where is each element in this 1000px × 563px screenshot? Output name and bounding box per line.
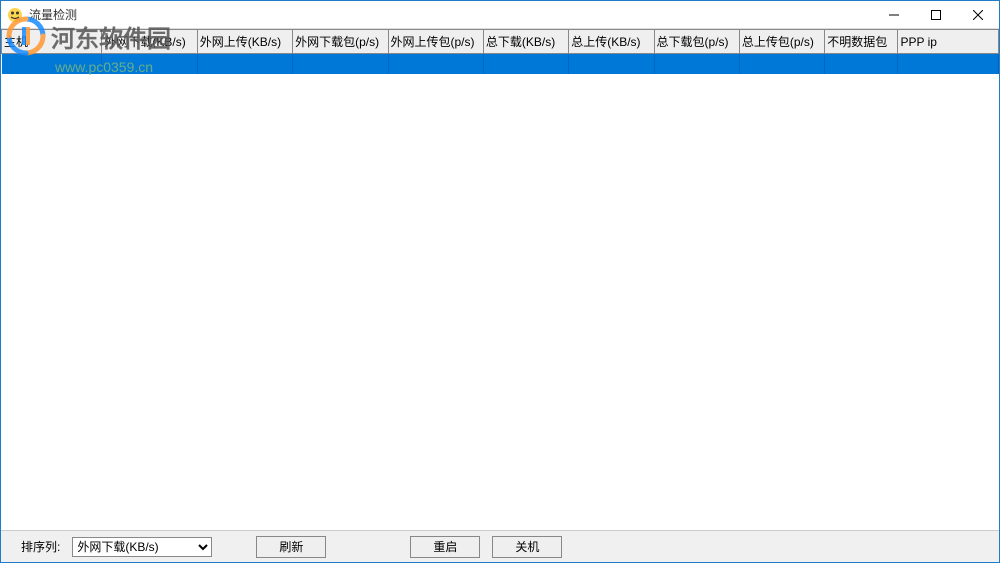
- shutdown-button[interactable]: 关机: [492, 536, 562, 558]
- cell: [388, 54, 483, 74]
- titlebar: 流量检测: [1, 1, 999, 29]
- window-title: 流量检测: [29, 6, 77, 23]
- col-total-upload-pkts[interactable]: 总上传包(p/s): [739, 30, 824, 54]
- cell: [569, 54, 654, 74]
- col-ext-download-pkts[interactable]: 外网下载包(p/s): [293, 30, 388, 54]
- traffic-table[interactable]: 主机 外网下载(KB/s) 外网上传(KB/s) 外网下载包(p/s) 外网上传…: [1, 29, 999, 74]
- cell: [825, 54, 898, 74]
- cell: [483, 54, 568, 74]
- col-total-download-kb[interactable]: 总下载(KB/s): [483, 30, 568, 54]
- table-container: 主机 外网下载(KB/s) 外网上传(KB/s) 外网下载包(p/s) 外网上传…: [1, 29, 999, 530]
- cell: [293, 54, 388, 74]
- minimize-button[interactable]: [873, 1, 915, 29]
- content-area: 主机 外网下载(KB/s) 外网上传(KB/s) 外网下载包(p/s) 外网上传…: [1, 29, 999, 562]
- restart-button[interactable]: 重启: [410, 536, 480, 558]
- close-button[interactable]: [957, 1, 999, 29]
- col-ext-download-kb[interactable]: 外网下载(KB/s): [102, 30, 197, 54]
- col-unknown-packets[interactable]: 不明数据包: [825, 30, 898, 54]
- app-icon: [7, 7, 23, 23]
- sort-column-select[interactable]: 外网下载(KB/s): [72, 537, 212, 557]
- app-window: 流量检测: [0, 0, 1000, 563]
- col-ext-upload-kb[interactable]: 外网上传(KB/s): [197, 30, 292, 54]
- col-total-upload-kb[interactable]: 总上传(KB/s): [569, 30, 654, 54]
- cell: [2, 54, 102, 74]
- col-ppp-ip[interactable]: PPP ip: [898, 30, 999, 54]
- maximize-button[interactable]: [915, 1, 957, 29]
- cell: [197, 54, 292, 74]
- sort-label: 排序列:: [21, 538, 60, 555]
- refresh-button[interactable]: 刷新: [256, 536, 326, 558]
- col-ext-upload-pkts[interactable]: 外网上传包(p/s): [388, 30, 483, 54]
- cell: [102, 54, 197, 74]
- bottom-toolbar: 排序列: 外网下载(KB/s) 刷新 重启 关机: [1, 530, 999, 562]
- window-controls: [873, 1, 999, 29]
- cell: [654, 54, 739, 74]
- cell: [898, 54, 999, 74]
- col-host[interactable]: 主机: [2, 30, 102, 54]
- cell: [739, 54, 824, 74]
- table-header-row: 主机 外网下载(KB/s) 外网上传(KB/s) 外网下载包(p/s) 外网上传…: [2, 30, 999, 54]
- col-total-download-pkts[interactable]: 总下载包(p/s): [654, 30, 739, 54]
- table-row[interactable]: [2, 54, 999, 74]
